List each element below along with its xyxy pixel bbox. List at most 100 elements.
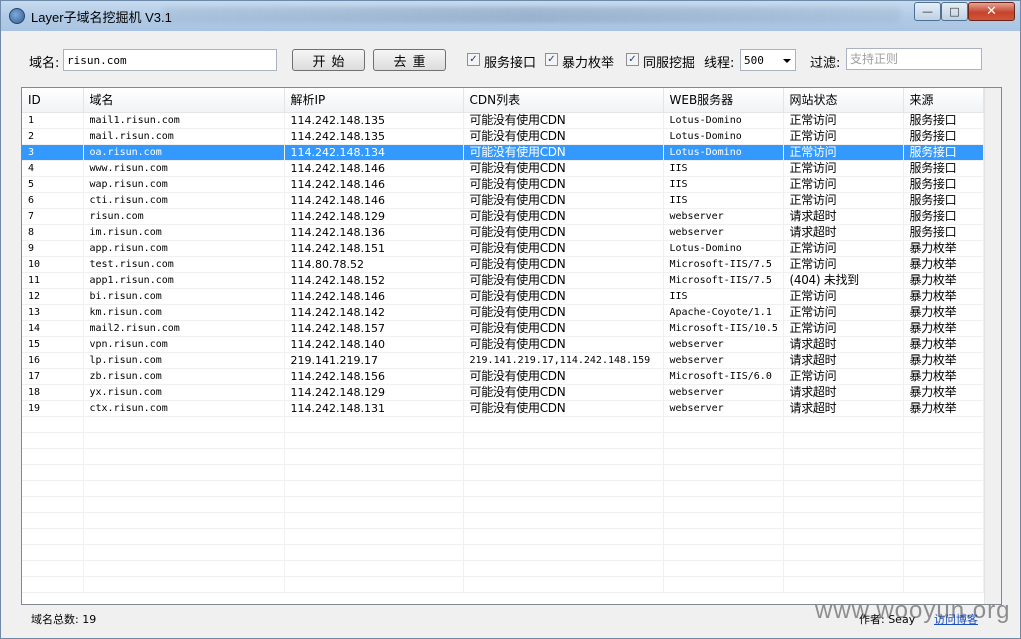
table-row[interactable]: 7 risun.com 114.242.148.129 可能没有使用CDN webser… (22, 208, 984, 225)
domain-label: 域名: (29, 56, 60, 71)
table-row[interactable]: 6 cti.risun.com 114.242.148.146 可能没有使用CDN II… (22, 192, 984, 209)
table-row[interactable]: 16 lp.risun.com 219.141.219.17 219.141.219.… (22, 352, 984, 369)
col-status-cell: 正常访问 (783, 176, 904, 193)
table-row[interactable]: 10 test.risun.com 114.80.78.52 可能没有使用CDN Mic… (22, 256, 984, 273)
col-id-cell: 11 (22, 272, 84, 289)
col-status-cell: 正常访问 (783, 240, 904, 257)
col-cdn-cell: 可能没有使用CDN (463, 208, 664, 225)
table-row[interactable]: 12 bi.risun.com 114.242.148.146 可能没有使用CDN II… (22, 288, 984, 305)
col-source-cell: 暴力枚举 (903, 352, 984, 369)
table-row[interactable]: 1 mail1.risun.com 114.242.148.135 可能没有使用CDN… (22, 112, 984, 129)
col-ip-cell: 114.242.148.140 (284, 336, 464, 353)
same-server-checkbox[interactable]: ✓ (626, 53, 639, 66)
results-table: ID 域名 解析IP CDN列表 WEB服务器 网站状态 来源 1 mail1.risun.c… (22, 88, 984, 593)
col-status-cell: 正常访问 (783, 304, 904, 321)
table-row[interactable]: 15 vpn.risun.com 114.242.148.140 可能没有使用CDN w… (22, 336, 984, 353)
col-domain-cell: ctx.risun.com (83, 400, 285, 417)
service-api-label: 服务接口 (484, 56, 537, 71)
watermark: www.wooyun.org (815, 597, 1011, 624)
table-row[interactable]: 14 mail2.risun.com 114.242.148.157 可能没有使用CD… (22, 320, 984, 337)
table-row[interactable]: 17 zb.risun.com 114.242.148.156 可能没有使用CDN Mi… (22, 368, 984, 385)
start-button[interactable]: 开始 (292, 49, 365, 71)
col-cdn-cell: 可能没有使用CDN (463, 400, 664, 417)
empty-row (22, 416, 984, 433)
window-title: Layer子域名挖掘机 V3.1 (31, 10, 172, 25)
title-bar[interactable]: Layer子域名挖掘机 V3.1 — □ ✕ (1, 1, 1020, 31)
col-id-cell: 6 (22, 192, 84, 209)
col-cdn-cell: 可能没有使用CDN (463, 288, 664, 305)
dedupe-button[interactable]: 去重 (373, 49, 446, 71)
empty-row (22, 576, 984, 593)
table-row[interactable]: 9 app.risun.com 114.242.148.151 可能没有使用CDN Lo… (22, 240, 984, 257)
filter-label: 过滤: (810, 56, 841, 71)
col-id-cell: 10 (22, 256, 84, 273)
col-source-cell: 服务接口 (903, 128, 984, 145)
col-source-cell: 暴力枚举 (903, 240, 984, 257)
table-row[interactable]: 2 mail.risun.com 114.242.148.135 可能没有使用CDN L… (22, 128, 984, 145)
table-row[interactable]: 19 ctx.risun.com 114.242.148.131 可能没有使用CDN w… (22, 400, 984, 417)
col-cdn-cell: 可能没有使用CDN (463, 240, 664, 257)
column-header-cdn[interactable]: CDN列表 (463, 88, 664, 113)
col-ip-cell: 114.242.148.151 (284, 240, 464, 257)
col-id-cell: 1 (22, 112, 84, 129)
results-listview[interactable]: ID 域名 解析IP CDN列表 WEB服务器 网站状态 来源 1 mail1.risun.c… (21, 87, 1002, 605)
col-id-cell: 15 (22, 336, 84, 353)
col-domain-cell: test.risun.com (83, 256, 285, 273)
col-cdn-cell: 可能没有使用CDN (463, 192, 664, 209)
col-status-cell: 请求超时 (783, 400, 904, 417)
col-domain-cell: risun.com (83, 208, 285, 225)
col-id-cell: 13 (22, 304, 84, 321)
table-row[interactable]: 18 yx.risun.com 114.242.148.129 可能没有使用CDN we… (22, 384, 984, 401)
table-row[interactable]: 5 wap.risun.com 114.242.148.146 可能没有使用CDN II… (22, 176, 984, 193)
col-ip-cell: 114.242.148.129 (284, 208, 464, 225)
column-header-domain[interactable]: 域名 (83, 88, 285, 113)
column-header-id[interactable]: ID (22, 88, 84, 113)
bruteforce-label: 暴力枚举 (562, 56, 615, 71)
minimize-button[interactable]: — (914, 2, 941, 21)
column-header-webserver[interactable]: WEB服务器 (663, 88, 784, 113)
col-source-cell: 服务接口 (903, 224, 984, 241)
empty-row (22, 528, 984, 545)
col-status-cell: 正常访问 (783, 144, 904, 161)
close-button[interactable]: ✕ (968, 2, 1015, 21)
col-webserver-cell: webserver (663, 336, 784, 353)
col-domain-cell: bi.risun.com (83, 288, 285, 305)
col-ip-cell: 114.242.148.129 (284, 384, 464, 401)
app-window: Layer子域名挖掘机 V3.1 — □ ✕ 域名: 开始 去重 ✓ 服务接口 … (0, 0, 1021, 639)
col-ip-cell: 114.242.148.131 (284, 400, 464, 417)
domain-input[interactable] (63, 49, 277, 71)
col-id-cell: 8 (22, 224, 84, 241)
bruteforce-checkbox[interactable]: ✓ (545, 53, 558, 66)
table-row[interactable]: 11 app1.risun.com 114.242.148.152 可能没有使用CDN… (22, 272, 984, 289)
app-icon (9, 8, 25, 24)
col-source-cell: 暴力枚举 (903, 336, 984, 353)
col-status-cell: 正常访问 (783, 112, 904, 129)
column-header-source[interactable]: 来源 (903, 88, 984, 113)
table-row[interactable]: 4 www.risun.com 114.242.148.146 可能没有使用CDN II… (22, 160, 984, 177)
maximize-button[interactable]: □ (941, 2, 968, 21)
service-api-checkbox[interactable]: ✓ (467, 53, 480, 66)
filter-input[interactable] (846, 48, 982, 70)
table-row[interactable]: 13 km.risun.com 114.242.148.142 可能没有使用CDN Ap… (22, 304, 984, 321)
empty-row (22, 544, 984, 561)
col-source-cell: 暴力枚举 (903, 400, 984, 417)
col-ip-cell: 114.242.148.156 (284, 368, 464, 385)
col-id-cell: 9 (22, 240, 84, 257)
column-header-status[interactable]: 网站状态 (783, 88, 904, 113)
col-cdn-cell: 可能没有使用CDN (463, 176, 664, 193)
column-header-ip[interactable]: 解析IP (284, 88, 464, 113)
col-webserver-cell: webserver (663, 352, 784, 369)
check-icon: ✓ (547, 54, 556, 65)
col-status-cell: 请求超时 (783, 352, 904, 369)
col-source-cell: 服务接口 (903, 208, 984, 225)
col-source-cell: 服务接口 (903, 176, 984, 193)
col-id-cell: 17 (22, 368, 84, 385)
table-row[interactable]: 3 oa.risun.com 114.242.148.134 可能没有使用CDN Lot… (22, 144, 984, 161)
threads-select[interactable]: 500 (740, 49, 796, 71)
vertical-scrollbar[interactable] (984, 88, 1001, 604)
col-source-cell: 暴力枚举 (903, 384, 984, 401)
col-ip-cell: 114.242.148.146 (284, 160, 464, 177)
col-id-cell: 19 (22, 400, 84, 417)
col-webserver-cell: IIS (663, 288, 784, 305)
table-row[interactable]: 8 im.risun.com 114.242.148.136 可能没有使用CDN web… (22, 224, 984, 241)
